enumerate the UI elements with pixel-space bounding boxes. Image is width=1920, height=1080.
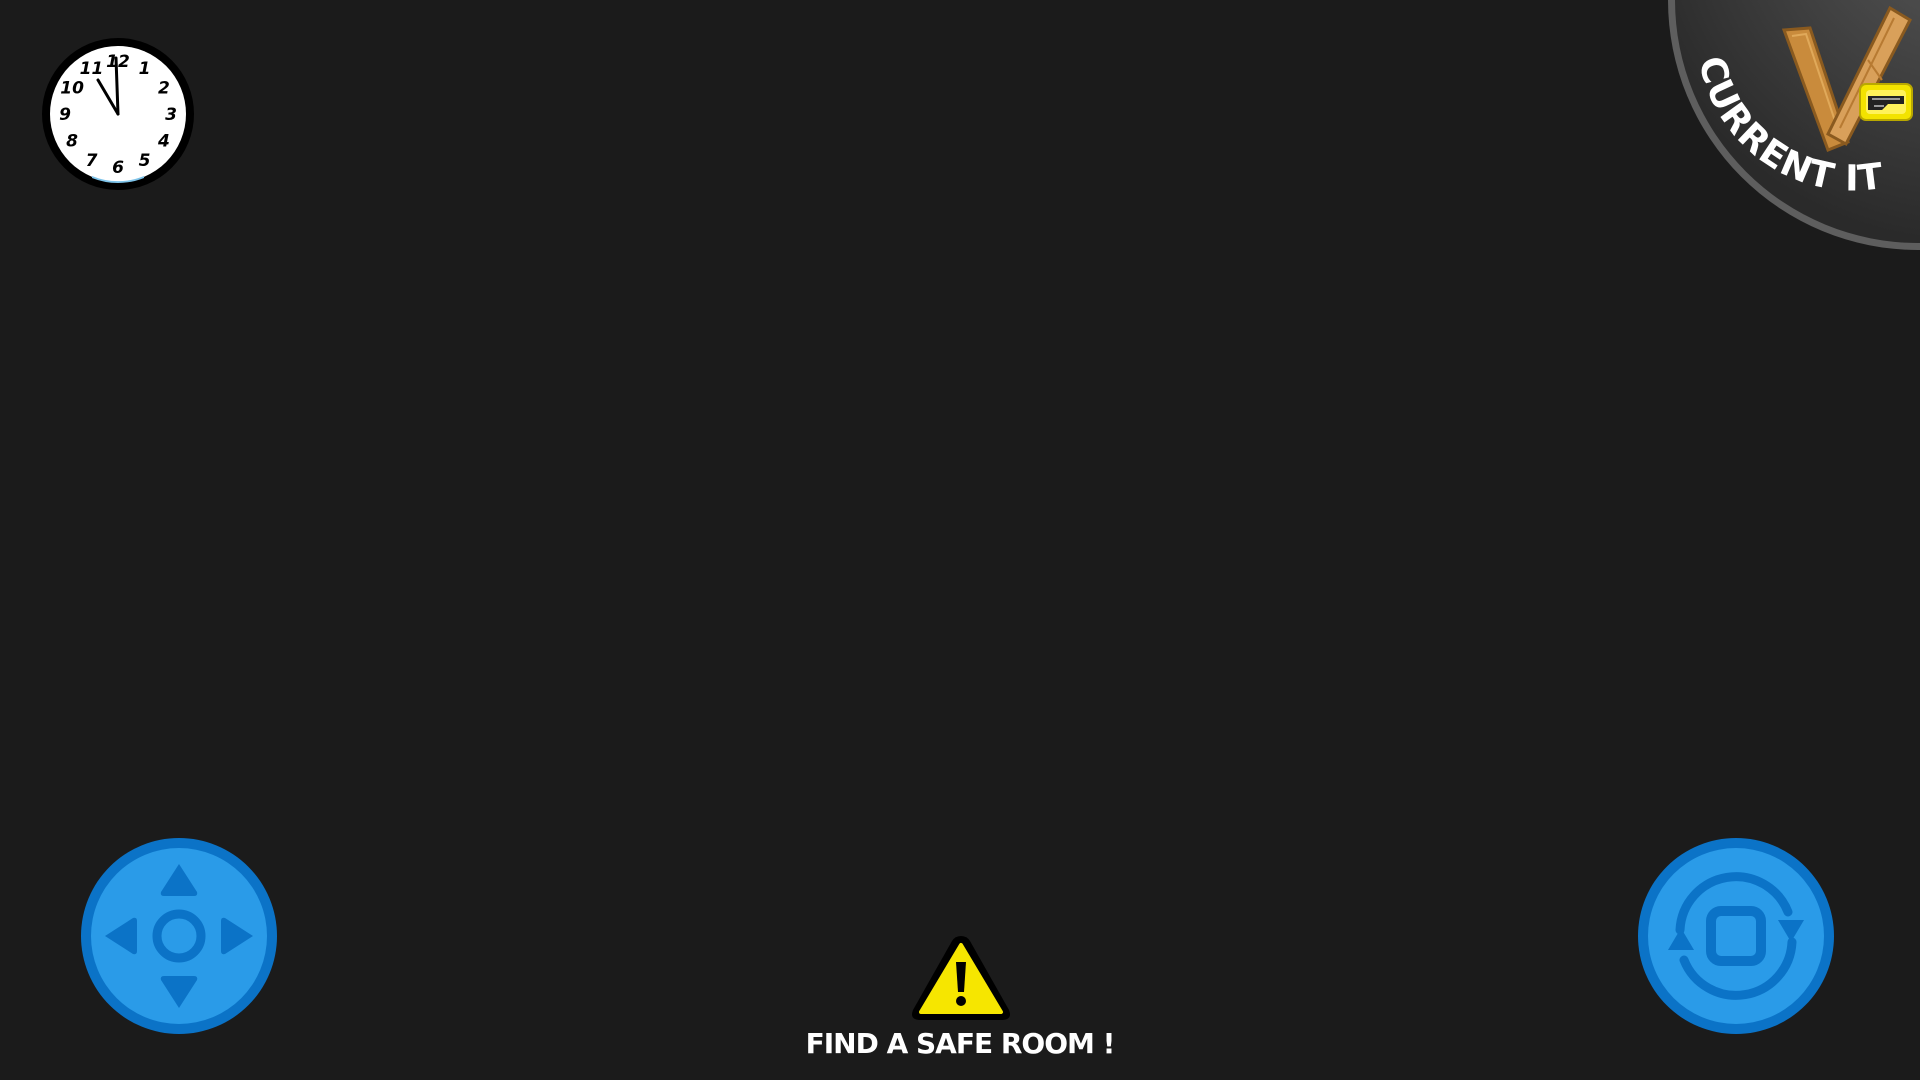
- clock-widget: 12 1 2 3 4 5 6 7 8 9 10 11: [40, 36, 196, 192]
- clock-numeral: 5: [139, 151, 151, 171]
- move-dpad[interactable]: [81, 838, 277, 1034]
- current-item-panel[interactable]: CURRENT ITEM: [1650, 0, 1920, 254]
- clock-numeral: 11: [80, 59, 104, 79]
- action-button[interactable]: [1638, 838, 1834, 1034]
- clock-numeral: 1: [139, 59, 151, 79]
- objective-warning: [909, 932, 1013, 1024]
- clock-numeral: 7: [86, 151, 98, 171]
- tape-icon: [1859, 83, 1913, 121]
- clock-numeral: 4: [157, 132, 170, 152]
- clock-icon: 12 12 3 45678 9 1011: [42, 38, 194, 190]
- clock-numeral: 8: [66, 132, 78, 152]
- clock-numeral: 12: [106, 52, 130, 72]
- objective-text: FIND A SAFE ROOM !: [805, 1027, 1116, 1060]
- clock-numeral: 10: [60, 79, 84, 99]
- clock-numeral: 3: [165, 105, 177, 125]
- clock-numeral: 2: [158, 79, 170, 99]
- game-viewport: 12 12 3 45678 9 1011 CURRENT ITEM: [0, 0, 1920, 1080]
- dpad-icon: [81, 838, 277, 1034]
- rotate-action-icon: [1638, 838, 1834, 1034]
- clock-minute-hand: [114, 56, 120, 116]
- warning-icon: [912, 936, 1010, 1020]
- clock-numeral: 9: [59, 105, 71, 125]
- clock-numeral: 6: [112, 158, 124, 178]
